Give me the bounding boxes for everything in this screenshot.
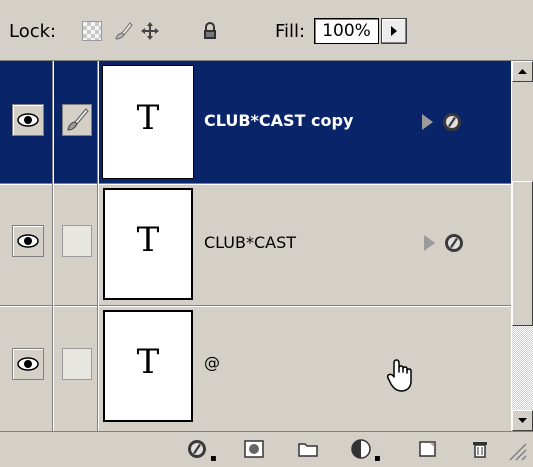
layer-thumbnail[interactable]: T bbox=[103, 188, 193, 300]
hand-cursor-icon bbox=[386, 359, 412, 392]
lock-transparent-icon[interactable] bbox=[82, 21, 102, 41]
fill-slider-arrow-button[interactable] bbox=[381, 18, 407, 44]
scroll-up-button[interactable] bbox=[512, 61, 533, 82]
fill-label: Fill: bbox=[275, 21, 306, 42]
fill-opacity-input[interactable]: 100% bbox=[314, 18, 379, 44]
text-layer-thumbnail-glyph: T bbox=[136, 98, 160, 138]
brush-icon bbox=[67, 108, 89, 131]
new-adjustment-layer-icon[interactable] bbox=[350, 438, 372, 460]
layer-row[interactable]: T CLUB*CAST copy bbox=[0, 61, 511, 183]
adjustment-dropdown-dot: ▪ bbox=[374, 453, 381, 464]
layer-thumbnail[interactable]: T bbox=[102, 65, 194, 179]
style-dropdown-dot: ▪ bbox=[210, 453, 217, 464]
lock-image-brush-icon[interactable] bbox=[113, 21, 133, 41]
add-layer-mask-icon[interactable] bbox=[243, 438, 265, 460]
layer-link-toggle[interactable] bbox=[62, 225, 92, 257]
new-layer-icon[interactable] bbox=[417, 438, 439, 460]
eye-icon bbox=[17, 113, 39, 127]
add-layer-style-icon[interactable] bbox=[186, 438, 208, 460]
layer-link-brush-toggle[interactable] bbox=[62, 104, 92, 136]
arrow-up-icon bbox=[518, 69, 527, 74]
eye-icon bbox=[17, 357, 39, 371]
lock-all-padlock-icon[interactable] bbox=[200, 21, 220, 41]
scroll-down-button[interactable] bbox=[512, 410, 533, 431]
scroll-thumb[interactable] bbox=[512, 181, 533, 326]
effects-expand-arrow-icon[interactable] bbox=[422, 114, 433, 130]
layer-effects-icon[interactable] bbox=[441, 111, 463, 133]
layer-visibility-toggle[interactable] bbox=[12, 348, 44, 380]
layers-list: T CLUB*CAST copy T CLUB*CAST T @ bbox=[0, 61, 511, 431]
layer-visibility-toggle[interactable] bbox=[12, 225, 44, 257]
lock-fill-toolbar: Lock: Fill: 100% bbox=[0, 0, 533, 61]
text-layer-thumbnail-glyph: T bbox=[136, 220, 160, 260]
layer-name[interactable]: CLUB*CAST copy bbox=[204, 111, 353, 130]
effects-expand-arrow-icon[interactable] bbox=[424, 235, 435, 251]
layer-name[interactable]: CLUB*CAST bbox=[204, 233, 296, 252]
eye-icon bbox=[17, 234, 39, 248]
lock-position-move-icon[interactable] bbox=[140, 21, 160, 41]
resize-grip-icon[interactable] bbox=[506, 440, 528, 462]
lock-label: Lock: bbox=[9, 21, 57, 42]
layer-link-toggle[interactable] bbox=[62, 348, 92, 380]
new-group-folder-icon[interactable] bbox=[297, 438, 319, 460]
layer-row[interactable]: T CLUB*CAST bbox=[0, 185, 511, 307]
layer-row[interactable]: T @ bbox=[0, 307, 511, 429]
layer-visibility-toggle[interactable] bbox=[12, 104, 44, 136]
arrow-down-icon bbox=[518, 418, 527, 423]
layers-scrollbar[interactable] bbox=[511, 61, 533, 431]
delete-layer-trash-icon[interactable] bbox=[469, 438, 491, 460]
layers-bottom-toolbar: ▪ ▪ bbox=[0, 431, 533, 467]
layer-name[interactable]: @ bbox=[204, 353, 220, 372]
text-layer-thumbnail-glyph: T bbox=[136, 342, 160, 382]
scroll-track[interactable] bbox=[512, 326, 533, 410]
layer-effects-icon[interactable] bbox=[443, 232, 465, 254]
layer-thumbnail[interactable]: T bbox=[103, 310, 193, 422]
